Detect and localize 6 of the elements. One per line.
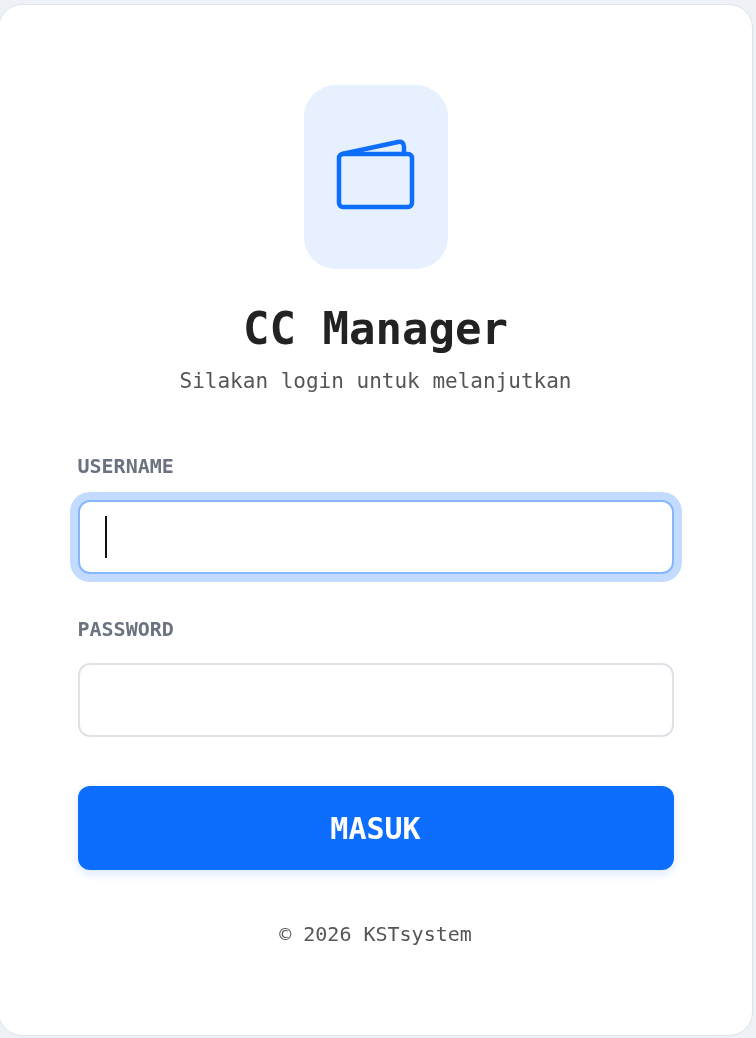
app-title: CC Manager bbox=[243, 303, 508, 355]
login-button[interactable]: MASUK bbox=[77, 786, 674, 870]
footer-text: © 2026 KSTsystem bbox=[279, 922, 472, 946]
app-subtitle: Silakan login untuk melanjutkan bbox=[179, 368, 572, 395]
field-label: PASSWORD bbox=[77, 616, 175, 642]
field-label: USERNAME bbox=[77, 453, 175, 479]
